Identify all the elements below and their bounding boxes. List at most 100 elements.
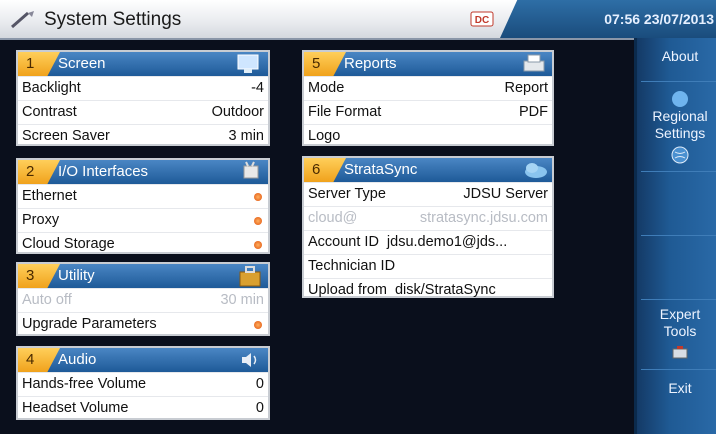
setting-value: PDF [519, 104, 548, 120]
settings-wand-icon [11, 11, 34, 29]
setting-label: Screen Saver [22, 128, 110, 144]
printer-icon [523, 54, 545, 72]
monitor-icon [237, 54, 259, 73]
speaker-icon [242, 353, 257, 367]
setting-row-hands-free-volume[interactable]: Hands-free Volume 0 [18, 372, 268, 396]
setting-value: 0 [255, 400, 264, 416]
datetime-display: 07:56 23/07/2013 [500, 0, 716, 38]
screen-panel: 1 Screen Backlight -4 Contrast Outdoor S… [16, 50, 270, 146]
setting-label: Mode [308, 80, 345, 96]
utility-panel: 3 Utility Auto off 30 min Upgrade Parame… [16, 262, 270, 336]
setting-row-proxy[interactable]: Proxy [18, 208, 268, 232]
setting-value: stratasync.jdsu.com [419, 210, 548, 226]
setting-row-cloud-storage[interactable]: Cloud Storage [18, 232, 268, 256]
setting-value: 0 [255, 376, 264, 392]
setting-row-file-format[interactable]: File Format PDF [304, 100, 552, 124]
setting-label: Server Type [308, 186, 386, 202]
setting-value: Outdoor [211, 104, 264, 120]
utility-panel-title: Utility [58, 267, 95, 284]
setting-value: jdsu.demo1@jds... [386, 234, 508, 250]
exit-label: Exit [668, 380, 692, 396]
setting-label: Logo [308, 128, 341, 144]
setting-value: 3 min [228, 128, 264, 144]
setting-value: -4 [251, 80, 264, 96]
setting-label: Proxy [22, 212, 60, 228]
audio-panel-number: 4 [18, 348, 60, 372]
setting-row-upgrade-parameters[interactable]: Upgrade Parameters [18, 312, 268, 336]
screen-panel-number: 1 [18, 52, 60, 76]
tools-icon [672, 346, 688, 359]
setting-row-account-id[interactable]: Account ID jdsu.demo1@jds... [304, 230, 552, 254]
dc-power-icon: DC [470, 11, 494, 27]
about-button[interactable]: About [641, 38, 716, 82]
setting-row-ethernet[interactable]: Ethernet [18, 184, 268, 208]
utility-panel-header[interactable]: 3 Utility [18, 264, 268, 288]
regional-settings-label: Regional Settings [652, 108, 708, 141]
cloud-icon [525, 163, 547, 178]
orange-indicator-icon [254, 217, 262, 225]
stratasync-panel-title: StrataSync [344, 161, 418, 178]
setting-row-technician-id[interactable]: Technician ID [304, 254, 552, 278]
window-title: System Settings [44, 9, 182, 30]
reports-panel-number: 5 [304, 52, 346, 76]
io-interfaces-panel: 2 I/O Interfaces Ethernet Proxy Cloud St… [16, 158, 270, 254]
setting-label: Upgrade Parameters [22, 316, 157, 332]
info-icon [672, 91, 688, 107]
screen-panel-title: Screen [58, 55, 106, 72]
reports-panel: 5 Reports Mode Report File Format PDF Lo… [302, 50, 554, 146]
setting-value: Report [504, 80, 548, 96]
audio-panel-header[interactable]: 4 Audio [18, 348, 268, 372]
title-bar: System Settings DC 07:56 23/07/2013 [0, 0, 716, 40]
orange-indicator-icon [254, 241, 262, 249]
about-label: About [661, 48, 699, 64]
stratasync-panel: 6 StrataSync Server Type JDSU Server clo… [302, 156, 554, 298]
expert-tools-button[interactable]: Expert Tools [641, 300, 716, 370]
globe-icon [671, 146, 689, 164]
setting-label: cloud@ [308, 210, 358, 226]
setting-label: Hands-free Volume [22, 376, 147, 392]
setting-row-cloud-server: cloud@ stratasync.jdsu.com [304, 206, 552, 230]
setting-label: Cloud Storage [22, 236, 115, 252]
io-panel-number: 2 [18, 160, 60, 184]
setting-label: Backlight [22, 80, 81, 96]
exit-button[interactable]: Exit [641, 370, 716, 434]
utility-panel-number: 3 [18, 264, 60, 288]
setting-value: JDSU Server [463, 186, 548, 202]
setting-label: Technician ID [308, 258, 396, 274]
blank-sidebar-button-1[interactable] [641, 172, 716, 236]
setting-row-contrast[interactable]: Contrast Outdoor [18, 100, 268, 124]
stratasync-panel-header[interactable]: 6 StrataSync [304, 158, 552, 182]
setting-label: Auto off [22, 292, 72, 308]
stratasync-panel-number: 6 [304, 158, 346, 182]
setting-value: 30 min [220, 292, 264, 308]
setting-row-headset-volume[interactable]: Headset Volume 0 [18, 396, 268, 420]
regional-settings-button[interactable]: Regional Settings [641, 82, 716, 172]
orange-indicator-icon [254, 321, 262, 329]
svg-text:DC: DC [475, 15, 489, 26]
blank-sidebar-button-2[interactable] [641, 236, 716, 300]
setting-value: disk/StrataSync [394, 282, 496, 298]
right-sidebar: About Regional Settings Expert Tools Exi… [634, 38, 716, 434]
setting-label: Ethernet [22, 188, 77, 204]
plug-icon [243, 161, 259, 179]
setting-row-logo[interactable]: Logo [304, 124, 552, 148]
setting-label: Upload from [308, 282, 387, 298]
expert-tools-label: Expert Tools [659, 306, 701, 339]
audio-panel: 4 Audio Hands-free Volume 0 Headset Volu… [16, 346, 270, 420]
setting-row-auto-off: Auto off 30 min [18, 288, 268, 312]
setting-row-upload-from[interactable]: Upload from disk/StrataSync [304, 278, 552, 302]
setting-label: Account ID [308, 234, 379, 250]
reports-panel-header[interactable]: 5 Reports [304, 52, 552, 76]
setting-label: Headset Volume [22, 400, 129, 416]
setting-row-server-type[interactable]: Server Type JDSU Server [304, 182, 552, 206]
io-panel-title: I/O Interfaces [58, 163, 149, 180]
setting-row-backlight[interactable]: Backlight -4 [18, 76, 268, 100]
setting-label: Contrast [22, 104, 77, 120]
setting-row-screen-saver[interactable]: Screen Saver 3 min [18, 124, 268, 148]
setting-label: File Format [308, 104, 382, 120]
setting-row-mode[interactable]: Mode Report [304, 76, 552, 100]
io-panel-header[interactable]: 2 I/O Interfaces [18, 160, 268, 184]
audio-panel-title: Audio [58, 351, 97, 368]
screen-panel-header[interactable]: 1 Screen [18, 52, 268, 76]
orange-indicator-icon [254, 193, 262, 201]
